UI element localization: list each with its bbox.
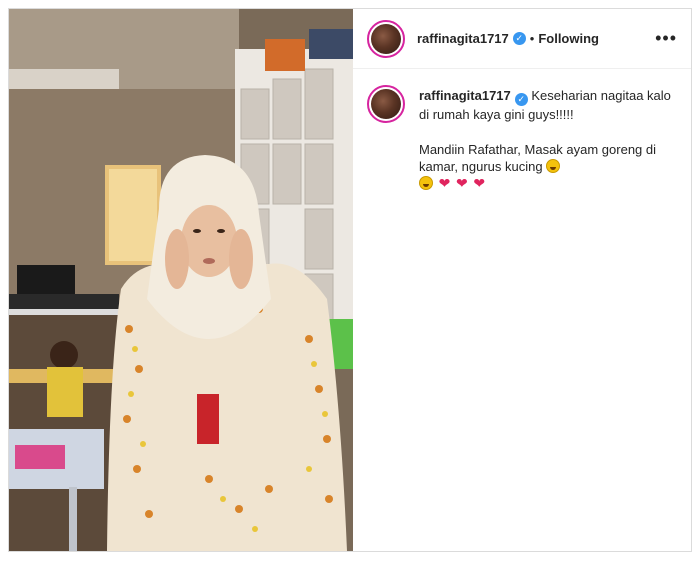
caption-username-link[interactable]: raffinagita1717 <box>419 88 511 103</box>
instagram-post: raffinagita1717 ✓ • Following ••• raffin… <box>8 8 692 552</box>
avatar[interactable] <box>367 19 405 58</box>
caption-text: raffinagita1717 ✓ Keseharian nagitaa kalo… <box>419 85 677 192</box>
header-meta: raffinagita1717 ✓ • Following <box>417 31 599 46</box>
caption-verified-badge-icon: ✓ <box>514 93 528 106</box>
post-media[interactable] <box>9 9 353 551</box>
caption-paragraph-2: Mandiin Rafathar, Masak ayam goreng di k… <box>419 141 677 192</box>
heart-emoji-icon: ❤ <box>438 175 451 191</box>
post-photo <box>9 9 353 551</box>
following-button[interactable]: Following <box>538 31 599 46</box>
verified-badge-icon: ✓ <box>512 32 526 45</box>
caption: raffinagita1717 ✓ Keseharian nagitaa kalo… <box>353 69 691 192</box>
post-sidebar: raffinagita1717 ✓ • Following ••• raffin… <box>353 9 691 551</box>
laughing-emoji-icon <box>546 159 561 173</box>
post-header: raffinagita1717 ✓ • Following ••• <box>353 9 691 69</box>
laughing-emoji-icon <box>419 176 433 190</box>
heart-emoji-icon: ❤ <box>455 175 468 191</box>
caption-line-2: Mandiin Rafathar, Masak ayam goreng di k… <box>419 142 657 174</box>
heart-emoji-icon: ❤ <box>473 175 486 191</box>
username-link[interactable]: raffinagita1717 <box>417 31 509 46</box>
separator-dot: • <box>529 31 535 46</box>
more-options-icon[interactable]: ••• <box>655 28 677 49</box>
caption-avatar[interactable] <box>367 85 405 123</box>
